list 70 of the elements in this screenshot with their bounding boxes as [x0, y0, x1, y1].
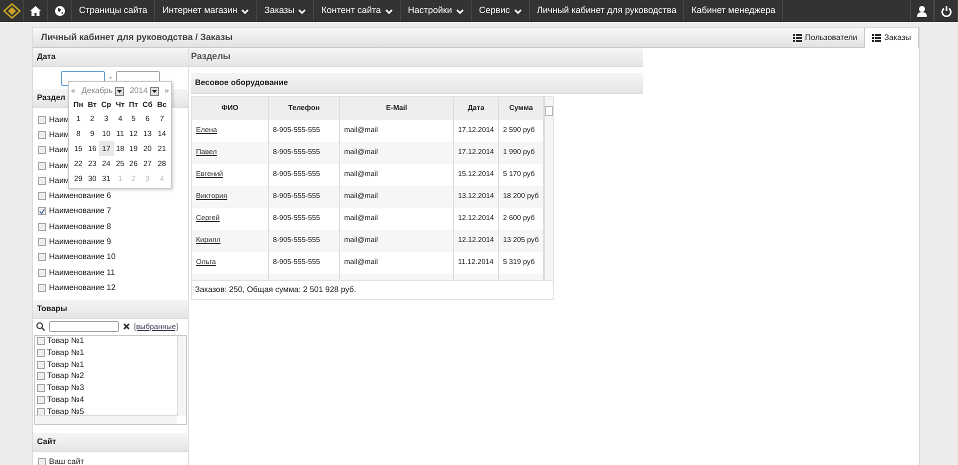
checkbox-label: Товар №1	[47, 347, 84, 360]
scrollbar[interactable]	[544, 96, 553, 280]
checkbox[interactable]	[38, 192, 46, 200]
scrollbar[interactable]	[35, 414, 177, 424]
list-icon	[872, 34, 882, 42]
checkbox-label: Наименование 12	[49, 282, 116, 294]
checkbox[interactable]	[37, 349, 45, 358]
list-icon	[793, 34, 802, 42]
checkbox-label: Наименование 7	[49, 205, 112, 218]
checkbox-label: Ваш сайт	[49, 456, 84, 465]
checkbox[interactable]	[37, 384, 45, 392]
power-icon[interactable]	[940, 6, 952, 16]
checkbox-label: Наименование 8	[49, 220, 112, 233]
checkbox[interactable]	[37, 396, 45, 404]
checkbox[interactable]	[38, 458, 46, 465]
summary-text: Заказов: 250, Общая сумма: 2 501 928 руб.	[191, 280, 554, 300]
dropdown-button[interactable]	[150, 86, 159, 96]
section-header: Разделы	[189, 48, 643, 66]
checkbox-label: Товар №1	[47, 358, 84, 371]
nav-link[interactable]: Настройки	[400, 0, 472, 22]
checkbox[interactable]	[38, 238, 46, 246]
checkbox-label: Товар №4	[47, 394, 84, 406]
group-header: Весовое оборудование	[191, 72, 643, 94]
checkbox[interactable]	[38, 268, 46, 277]
nav-link[interactable]: Страницы сайта	[72, 0, 156, 22]
checkbox[interactable]	[38, 284, 46, 292]
caret-icon	[116, 90, 122, 92]
tab[interactable]: Заказы	[864, 28, 919, 48]
nav-link[interactable]: Кабинет менеджера	[684, 0, 784, 22]
nav-link[interactable]: Сервис	[472, 0, 530, 22]
search-icon	[36, 322, 45, 332]
checkbox[interactable]	[37, 408, 45, 416]
checkbox-label: Товар №2	[47, 370, 84, 382]
nav-link[interactable]: Контент сайта	[314, 0, 401, 22]
caret-icon	[152, 90, 157, 92]
checkbox[interactable]	[38, 162, 46, 170]
checkbox[interactable]	[37, 337, 45, 346]
nav-link[interactable]: Интернет магазин	[155, 0, 258, 22]
checkbox-label: Товар №1	[47, 336, 84, 348]
close-icon[interactable]	[123, 323, 130, 330]
nav-link[interactable]: Личный кабинет для руководства	[530, 0, 684, 22]
user-icon[interactable]	[917, 6, 927, 16]
checkbox-label: Наименование 6	[49, 190, 112, 202]
checkbox-label: Товар №5	[47, 406, 84, 418]
dash: -	[109, 72, 112, 84]
checkbox[interactable]	[38, 116, 46, 124]
nav-link[interactable]: Заказы	[257, 0, 314, 22]
checkbox-label: Наименование 10	[49, 251, 116, 264]
globe-icon[interactable]	[54, 6, 64, 16]
checkbox-label: Наименование 11	[49, 266, 115, 279]
checkbox[interactable]	[38, 207, 46, 216]
checkbox[interactable]	[38, 146, 46, 154]
scrollbar[interactable]	[177, 336, 186, 416]
home-icon[interactable]	[30, 6, 41, 16]
section-header: Дата	[33, 48, 188, 67]
page-title: Личный кабинет для руководства / Заказы	[41, 30, 233, 44]
dropdown-button[interactable]	[114, 86, 124, 96]
checkbox-label: Наименование 9	[49, 236, 112, 248]
checkbox-label: Товар №3	[47, 382, 84, 394]
search-field[interactable]	[49, 321, 119, 332]
checkbox[interactable]	[38, 176, 46, 185]
logo-icon	[2, 3, 20, 19]
tab[interactable]: Пользователи	[786, 28, 864, 48]
checkbox[interactable]	[38, 253, 46, 262]
section-header: Товары	[33, 300, 188, 319]
section-header: Сайт	[33, 432, 188, 452]
checkbox[interactable]	[38, 130, 46, 139]
checkbox[interactable]	[37, 360, 45, 369]
checkbox[interactable]	[38, 222, 46, 231]
checkbox[interactable]	[37, 372, 45, 380]
